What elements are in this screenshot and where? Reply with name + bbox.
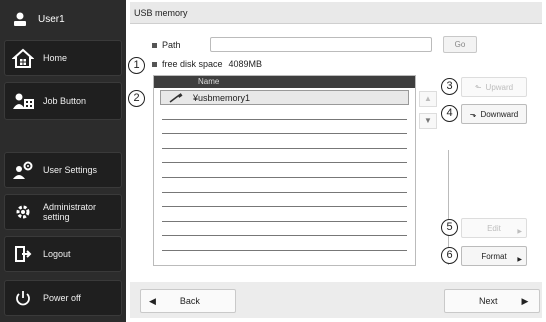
sidebar-item-logout[interactable]: Logout [4,236,122,272]
scroll-controls: ▲ ▼ [419,91,437,147]
sidebar-item-user-settings[interactable]: User Settings [4,152,122,188]
edit-label: Edit [487,223,501,233]
free-space-row: free disk space 4089MB [152,57,262,71]
path-row: Path [152,37,181,53]
logout-icon [11,242,35,266]
submenu-arrow-icon: ▶ [517,257,522,263]
callout-1: 1 [128,57,145,74]
downward-icon: ⬎ [469,109,477,119]
upward-icon: ⬑ [474,82,482,92]
callout-2: 2 [128,90,145,107]
list-item-empty [162,236,407,251]
callout-5: 5 [441,219,458,236]
list-item-empty [162,105,407,120]
upward-button[interactable]: ⬑ Upward [461,77,527,97]
usb-memory-icon [169,92,183,103]
format-button[interactable]: Format ▶ [461,246,527,266]
power-icon [11,286,35,310]
list-header-name: Name [154,76,415,88]
next-label: Next [479,296,498,306]
user-settings-icon [11,158,35,182]
job-button-icon [11,89,35,113]
sidebar-item-label: Job Button [43,96,87,106]
back-button[interactable]: ◀ Back [140,289,236,313]
sidebar-item-label: User Settings [43,165,98,175]
next-button[interactable]: Next ▶ [444,289,540,313]
sidebar: User1 Home Job Button User Settings Admi… [0,0,126,322]
bullet-icon [152,61,157,67]
format-label: Format [481,251,507,261]
sidebar-item-label: Logout [43,249,71,259]
user-icon [10,9,30,29]
sidebar-item-administrator-setting[interactable]: Administrator setting [4,194,122,230]
submenu-arrow-icon: ▶ [517,229,522,235]
list-item-empty [162,120,407,135]
sidebar-item-label: Power off [43,293,81,303]
scroll-down-button[interactable]: ▼ [419,113,437,129]
sidebar-item-job-button[interactable]: Job Button [4,82,122,120]
path-label: Path [162,40,181,50]
back-label: Back [179,296,200,306]
gear-icon [11,200,35,224]
list-item-empty [162,149,407,164]
scroll-up-button[interactable]: ▲ [419,91,437,107]
callout-3: 3 [441,78,458,95]
page-title: USB memory [130,2,542,24]
edit-button[interactable]: Edit ▶ [461,218,527,238]
free-space-value: 4089MB [228,59,263,69]
main-panel: USB memory Path Go 1 free disk space 408… [126,0,546,322]
upward-label: Upward [485,82,514,92]
next-arrow-icon: ▶ [521,295,529,306]
back-arrow-icon: ◀ [149,295,156,306]
list-item-empty [162,222,407,237]
list-item-empty [162,163,407,178]
downward-label: Downward [480,109,519,119]
callout-6: 6 [441,247,458,264]
sidebar-item-home[interactable]: Home [4,40,122,76]
file-name: ¥usbmemory1 [193,92,251,103]
list-item-empty [162,178,407,193]
sidebar-item-label: Home [43,53,68,63]
bullet-icon [152,42,157,48]
path-input[interactable] [210,37,432,52]
home-icon [11,46,35,70]
list-item-empty [162,193,407,208]
user-indicator: User1 [4,4,122,34]
file-list: Name ¥usbmemory1 [153,75,416,266]
sidebar-item-label: Administrator setting [43,202,97,222]
free-space-label: free disk space [162,59,223,69]
list-item-empty [162,207,407,222]
callout-4: 4 [441,105,458,122]
sidebar-item-power-off[interactable]: Power off [4,280,122,316]
go-button[interactable]: Go [443,36,477,53]
list-item-empty [162,134,407,149]
list-item[interactable]: ¥usbmemory1 [160,90,409,105]
downward-button[interactable]: ⬎ Downward [461,104,527,124]
user-name: User1 [38,13,65,25]
